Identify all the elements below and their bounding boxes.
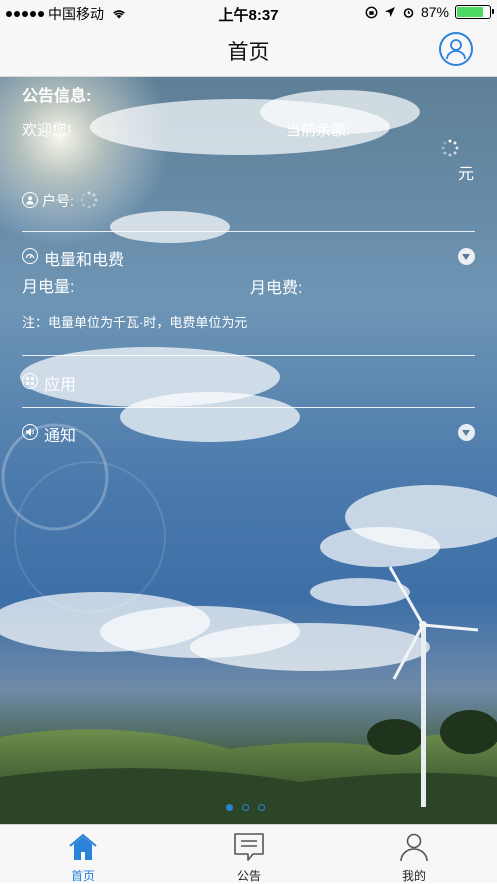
nav-bar: 首页 <box>0 24 497 77</box>
user-profile-button[interactable] <box>439 32 473 66</box>
chevron-down-icon[interactable] <box>458 424 475 441</box>
page-dot[interactable] <box>226 804 233 811</box>
carrier-label: 中国移动 <box>48 6 104 22</box>
person-icon <box>446 39 466 60</box>
tab-me[interactable]: 我的 <box>354 825 474 884</box>
divider <box>22 231 475 232</box>
balance-label: 当前余额: <box>286 122 351 139</box>
message-icon <box>234 833 264 861</box>
battery-fill <box>457 7 483 17</box>
status-left: 中国移动 <box>6 4 126 24</box>
tab-home-label: 首页 <box>70 869 95 883</box>
divider <box>22 355 475 356</box>
status-right: 87% <box>365 4 494 20</box>
apps-section-title: 应用 <box>44 377 77 394</box>
tab-home[interactable]: 首页 <box>23 825 143 884</box>
page-indicator[interactable] <box>226 804 265 811</box>
notify-section-title: 通知 <box>44 428 77 445</box>
tab-announcements[interactable]: 公告 <box>189 825 309 884</box>
home-icon <box>69 833 97 860</box>
person-icon <box>400 833 428 862</box>
battery-percent: 87% <box>420 4 449 20</box>
speaker-icon <box>22 424 38 440</box>
unit-note: 注：电量单位为千瓦·时，电费单位为元 <box>22 315 248 330</box>
account-loading-spinner-icon <box>80 191 98 209</box>
wind-farm-background <box>0 77 497 824</box>
monthly-fee-label: 月电费: <box>250 280 303 297</box>
balance-unit: 元 <box>458 166 475 183</box>
tab-bar: 首页 公告 我的 <box>0 824 497 883</box>
signal-icon <box>6 11 44 17</box>
tab-announcements-label: 公告 <box>236 869 261 883</box>
account-label: 户号: <box>42 193 74 209</box>
gauge-icon <box>22 248 38 264</box>
battery-icon <box>455 5 494 19</box>
location-arrow-icon <box>384 7 395 17</box>
tab-me-label: 我的 <box>401 869 426 883</box>
status-bar: 中国移动 上午8:37 87% <box>0 0 497 24</box>
welcome-text: 欢迎您! <box>22 122 72 139</box>
divider <box>22 407 475 408</box>
rotation-lock-icon <box>365 6 378 18</box>
page-dot[interactable] <box>242 804 249 811</box>
balance-loading-spinner-icon <box>441 139 459 157</box>
power-section-title: 电量和电费 <box>44 252 125 269</box>
apps-grid-icon <box>22 373 38 389</box>
page-dot[interactable] <box>258 804 265 811</box>
monthly-usage-label: 月电量: <box>22 279 75 296</box>
alarm-icon <box>403 7 414 18</box>
chevron-down-icon[interactable] <box>458 248 475 265</box>
wifi-icon <box>113 10 125 19</box>
home-content: 公告信息: 欢迎您! 当前余额: 元 户号: 电量和电费 月电量: 月电费: 注… <box>0 77 497 824</box>
account-person-icon <box>22 192 38 208</box>
notice-title: 公告信息: <box>22 88 92 105</box>
page-title: 首页 <box>227 41 270 64</box>
